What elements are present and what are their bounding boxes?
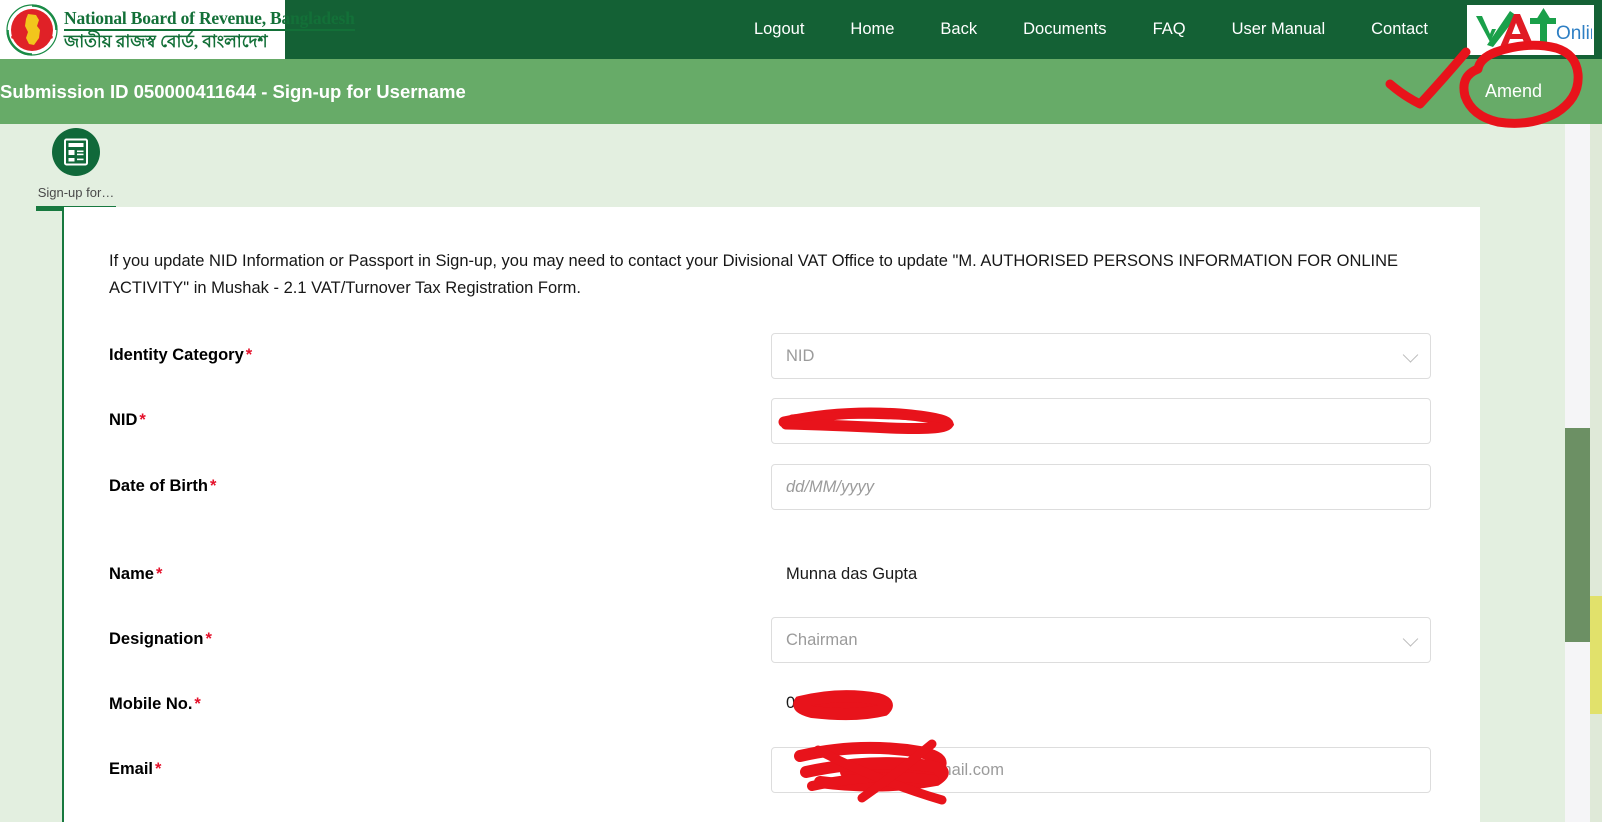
nav-item-contact[interactable]: Contact — [1348, 0, 1451, 59]
label-designation: Designation * — [109, 630, 212, 649]
control-date-of-birth: dd/MM/yyyy — [771, 464, 1431, 510]
amend-button[interactable]: Amend — [1475, 77, 1552, 106]
nav-item-documents[interactable]: Documents — [1000, 0, 1129, 59]
label-email-text: Email — [109, 760, 154, 778]
required-asterisk: * — [210, 477, 217, 495]
tab-label: Sign-up for… — [37, 185, 115, 200]
control-designation: Chairman — [771, 617, 1431, 663]
designation-select[interactable]: Chairman — [771, 617, 1431, 663]
label-date-of-birth-text: Date of Birth — [109, 477, 208, 495]
top-navigation-bar: National Board of Revenue, Bangladesh জা… — [0, 0, 1602, 59]
nid-input[interactable] — [771, 398, 1431, 444]
page-edge-highlight — [1590, 596, 1602, 714]
nav-item-faq[interactable]: FAQ — [1130, 0, 1209, 59]
required-asterisk: * — [155, 760, 162, 778]
nav-item-logout[interactable]: Logout — [731, 0, 827, 59]
label-name: Name * — [109, 565, 162, 584]
notice-text: If you update NID Information or Passpor… — [109, 252, 1399, 297]
name-value: Munna das Gupta — [786, 565, 918, 583]
label-identity-category: Identity Category * — [109, 346, 252, 365]
page-right-edge-strip — [1590, 124, 1602, 822]
identity-category-select[interactable]: NID — [771, 333, 1431, 379]
label-identity-category-text: Identity Category — [109, 346, 244, 364]
label-date-of-birth: Date of Birth * — [109, 477, 216, 496]
nbr-emblem-icon — [6, 3, 58, 56]
form-card: If you update NID Information or Passpor… — [62, 207, 1480, 822]
required-asterisk: * — [139, 411, 146, 429]
required-asterisk: * — [245, 346, 253, 364]
label-nid: NID * — [109, 411, 146, 430]
email-value: @gmail.com — [912, 760, 1004, 779]
label-nid-text: NID — [109, 411, 138, 429]
control-identity-category: NID — [771, 333, 1431, 379]
required-asterisk: * — [205, 630, 212, 648]
chevron-down-icon — [1402, 347, 1419, 363]
nav-item-user-manual[interactable]: User Manual — [1209, 0, 1349, 59]
submission-title: Submission ID 050000411644 - Sign-up for… — [0, 80, 466, 102]
control-email: @gmail.com — [771, 747, 1431, 793]
form-document-icon — [52, 128, 100, 176]
nbr-brand-logo: National Board of Revenue, Bangladesh জা… — [0, 0, 355, 59]
designation-value: Chairman — [786, 630, 858, 649]
date-of-birth-placeholder: dd/MM/yyyy — [786, 477, 875, 496]
vertical-scrollbar-track[interactable] — [1565, 124, 1590, 822]
label-email: Email * — [109, 760, 161, 779]
required-asterisk: * — [155, 565, 163, 583]
submission-bar: Submission ID 050000411644 - Sign-up for… — [0, 59, 1602, 124]
label-mobile-no: Mobile No. * — [109, 695, 201, 714]
required-asterisk: * — [194, 695, 201, 713]
label-designation-text: Designation — [109, 630, 204, 648]
svg-text:Online: Online — [1556, 23, 1592, 44]
nav-links: Logout Home Back Documents FAQ User Manu… — [285, 0, 1602, 59]
identity-category-value: NID — [786, 346, 815, 365]
tab-strip: Sign-up for… — [0, 124, 1602, 211]
tab-signup-for-username[interactable]: Sign-up for… — [36, 128, 116, 200]
vertical-scrollbar-thumb[interactable] — [1565, 428, 1590, 642]
chevron-down-icon — [1402, 631, 1419, 647]
vat-online-logo[interactable]: Online — [1467, 4, 1594, 55]
page-root: National Board of Revenue, Bangladesh জা… — [0, 0, 1602, 822]
date-of-birth-input[interactable]: dd/MM/yyyy — [771, 464, 1431, 510]
control-nid — [771, 398, 1431, 444]
email-input[interactable]: @gmail.com — [771, 747, 1431, 793]
nav-item-back[interactable]: Back — [917, 0, 1000, 59]
nav-item-home[interactable]: Home — [827, 0, 917, 59]
mobile-no-value: 0 — [786, 694, 796, 712]
label-name-text: Name — [109, 565, 154, 583]
label-mobile-no-text: Mobile No. — [109, 695, 193, 713]
